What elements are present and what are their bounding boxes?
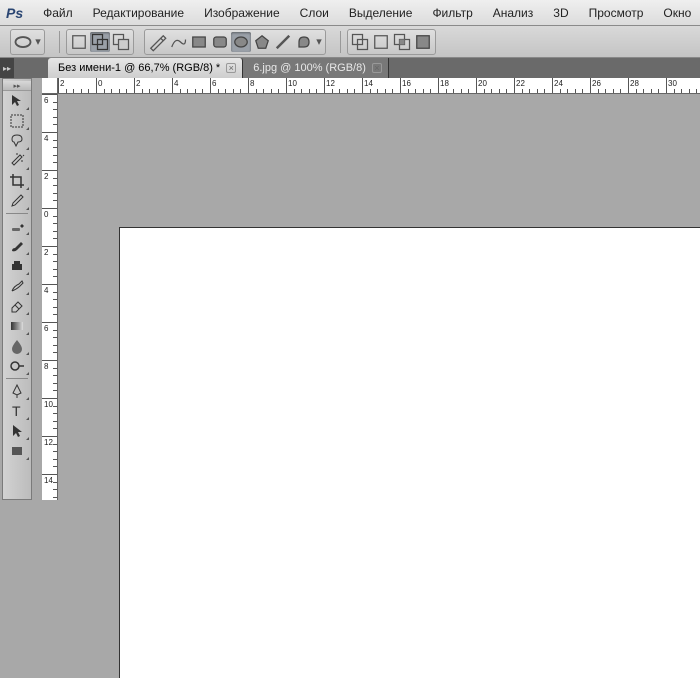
lasso-tool[interactable]	[4, 131, 30, 151]
tab-label: Без имени-1 @ 66,7% (RGB/8) *	[58, 62, 220, 74]
menu-3d[interactable]: 3D	[543, 0, 578, 25]
mode-add-icon[interactable]	[90, 32, 110, 52]
polygon-icon[interactable]	[252, 32, 272, 52]
menu-view[interactable]: Просмотр	[579, 0, 654, 25]
crop-tool[interactable]	[4, 171, 30, 191]
svg-text:T: T	[12, 403, 21, 419]
history-brush-tool[interactable]	[4, 276, 30, 296]
rect-icon[interactable]	[189, 32, 209, 52]
tool-preset[interactable]: ▾	[10, 29, 45, 55]
separator	[59, 31, 60, 53]
divider	[6, 213, 28, 214]
gradient-tool[interactable]	[4, 316, 30, 336]
ruler-horizontal[interactable]: 2024681012141618202224262830	[42, 78, 700, 94]
clone-stamp-tool[interactable]	[4, 256, 30, 276]
magic-wand-tool[interactable]	[4, 151, 30, 171]
separator	[340, 31, 341, 53]
menu-file[interactable]: Файл	[33, 0, 83, 25]
panel-collapse-icon[interactable]: ▸▸	[3, 81, 31, 91]
mode-subtract-icon[interactable]	[111, 32, 131, 52]
menu-image[interactable]: Изображение	[194, 0, 290, 25]
type-tool[interactable]: T	[4, 401, 30, 421]
blur-tool[interactable]	[4, 336, 30, 356]
document-tab-active[interactable]: Без имени-1 @ 66,7% (RGB/8) * ×	[48, 58, 243, 78]
menu-window[interactable]: Окно	[653, 0, 700, 25]
move-tool[interactable]	[4, 91, 30, 111]
shape-type-group: ▾	[144, 29, 326, 55]
rounded-rect-icon[interactable]	[210, 32, 230, 52]
mode-new-icon[interactable]	[69, 32, 89, 52]
marquee-tool[interactable]	[4, 111, 30, 131]
line-icon[interactable]	[273, 32, 293, 52]
document-tab-bar: ▸▸ Без имени-1 @ 66,7% (RGB/8) * × 6.jpg…	[0, 58, 700, 78]
ellipse-icon	[13, 32, 33, 52]
chevron-down-icon: ▾	[34, 32, 42, 52]
divider	[6, 378, 28, 379]
ruler-origin[interactable]	[42, 78, 58, 94]
eraser-tool[interactable]	[4, 296, 30, 316]
custom-shape-icon[interactable]	[294, 32, 314, 52]
combine-icon[interactable]	[350, 32, 370, 52]
marquee-mode-group	[66, 29, 134, 55]
menu-analysis[interactable]: Анализ	[483, 0, 544, 25]
pen-tool[interactable]	[4, 381, 30, 401]
path-selection-tool[interactable]	[4, 421, 30, 441]
pen-icon[interactable]	[147, 32, 167, 52]
exclude-icon[interactable]	[413, 32, 433, 52]
menu-edit[interactable]: Редактирование	[83, 0, 194, 25]
chevron-down-icon[interactable]: ▾	[315, 32, 323, 52]
menu-layers[interactable]: Слои	[290, 0, 339, 25]
dodge-tool[interactable]	[4, 356, 30, 376]
intersect-icon[interactable]	[392, 32, 412, 52]
workspace: ▸▸ T 2024681012141618202224262830 642024…	[0, 78, 700, 500]
tabbar-handle-icon[interactable]: ▸▸	[0, 58, 14, 78]
app-logo: Ps	[6, 4, 23, 22]
ellipse-shape-icon[interactable]	[231, 32, 251, 52]
path-ops-group	[347, 29, 436, 55]
menu-select[interactable]: Выделение	[339, 0, 423, 25]
document-canvas[interactable]	[120, 228, 700, 678]
ruler-vertical[interactable]: 6420246810121416	[42, 94, 58, 500]
document-tab[interactable]: 6.jpg @ 100% (RGB/8) ×	[243, 58, 389, 78]
close-icon[interactable]: ×	[372, 63, 382, 73]
subtract-path-icon[interactable]	[371, 32, 391, 52]
eyedropper-tool[interactable]	[4, 191, 30, 211]
rectangle-tool[interactable]	[4, 441, 30, 461]
tool-panel: ▸▸ T	[2, 78, 32, 500]
close-icon[interactable]: ×	[226, 63, 236, 73]
healing-brush-tool[interactable]	[4, 216, 30, 236]
tab-label: 6.jpg @ 100% (RGB/8)	[253, 62, 366, 74]
options-bar: ▾ ▾	[0, 26, 700, 58]
menu-bar: Ps Файл Редактирование Изображение Слои …	[0, 0, 700, 26]
brush-tool[interactable]	[4, 236, 30, 256]
menu-filter[interactable]: Фильтр	[422, 0, 482, 25]
freeform-pen-icon[interactable]	[168, 32, 188, 52]
